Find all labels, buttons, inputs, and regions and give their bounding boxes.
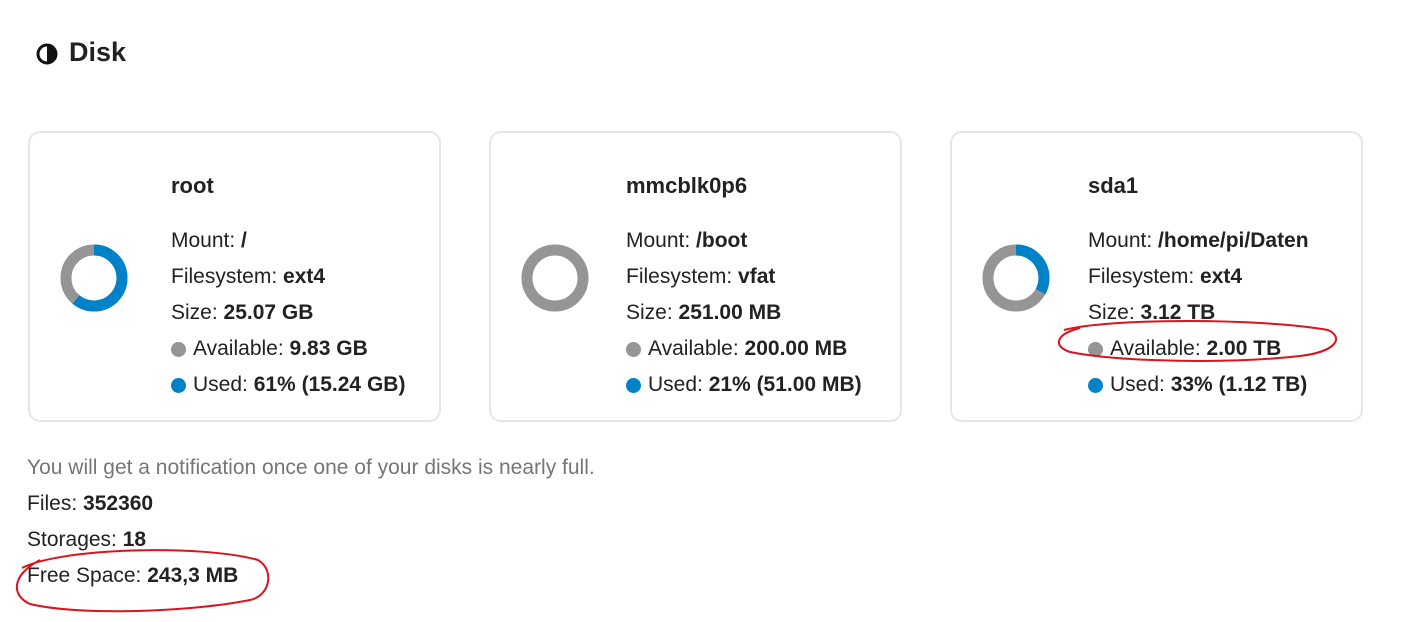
disk-card-mmcblk0p6: mmcblk0p6 Mount: /boot Filesystem: vfat … — [489, 131, 902, 422]
filesystem-label: Filesystem: — [1088, 265, 1195, 288]
free-space: Free Space: 243,3 MB — [27, 558, 595, 594]
filesystem-value: ext4 — [1200, 265, 1243, 288]
used-value: 21% (51.00 MB) — [708, 373, 862, 396]
disk-usage-donut — [982, 244, 1050, 312]
used-label: Used: — [193, 373, 248, 396]
mount-label: Mount: — [171, 229, 236, 252]
disk-name: sda1 — [1088, 173, 1139, 198]
used-legend-dot — [1088, 377, 1103, 393]
filesystem-label: Filesystem: — [171, 265, 278, 288]
disk-card-sda1: sda1 Mount: /home/pi/Daten Filesystem: e… — [950, 131, 1363, 422]
size-value: 251.00 MB — [678, 301, 782, 324]
available-label: Available: — [1110, 337, 1201, 360]
used-label: Used: — [648, 373, 703, 396]
size-label: Size: — [1088, 301, 1135, 324]
mount-label: Mount: — [1088, 229, 1153, 252]
size-label: Size: — [626, 301, 673, 324]
available-legend-dot — [626, 341, 641, 357]
disk-summary: You will get a notification once one of … — [27, 450, 595, 594]
mount-value: / — [241, 229, 247, 252]
free-space-label: Free Space: — [27, 564, 142, 587]
filesystem-value: ext4 — [283, 265, 326, 288]
used-value: 61% (15.24 GB) — [253, 373, 406, 396]
size-value: 25.07 GB — [223, 301, 314, 324]
mount-value: /boot — [696, 229, 748, 252]
section-title-text: Disk — [69, 36, 127, 67]
used-value: 33% (1.12 TB) — [1170, 373, 1308, 396]
disk-details: Mount: /boot Filesystem: vfat Size: 251.… — [626, 223, 862, 403]
free-space-value: 243,3 MB — [147, 564, 239, 587]
size-value: 3.12 TB — [1140, 301, 1216, 324]
disk-usage-donut — [521, 244, 589, 312]
disk-card-root: root Mount: / Filesystem: ext4 Size: 25.… — [28, 131, 441, 422]
disk-usage-donut — [60, 244, 128, 312]
used-legend-dot — [626, 377, 641, 393]
size-label: Size: — [171, 301, 218, 324]
notification-hint: You will get a notification once one of … — [27, 456, 595, 479]
used-legend-dot — [171, 377, 186, 393]
disk-details: Mount: /home/pi/Daten Filesystem: ext4 S… — [1088, 223, 1309, 403]
available-legend-dot — [1088, 341, 1103, 357]
available-label: Available: — [648, 337, 739, 360]
disk-name: root — [171, 173, 214, 198]
files-count: Files: 352360 — [27, 486, 595, 522]
storages-count: Storages: 18 — [27, 522, 595, 558]
disk-details: Mount: / Filesystem: ext4 Size: 25.07 GB… — [171, 223, 405, 403]
available-value: 2.00 TB — [1206, 337, 1282, 360]
mount-label: Mount: — [626, 229, 691, 252]
files-label: Files: — [27, 492, 78, 515]
available-value: 200.00 MB — [744, 337, 848, 360]
filesystem-label: Filesystem: — [626, 265, 733, 288]
available-value: 9.83 GB — [289, 337, 368, 360]
storages-value: 18 — [122, 528, 147, 551]
available-legend-dot — [171, 341, 186, 357]
used-label: Used: — [1110, 373, 1165, 396]
available-label: Available: — [193, 337, 284, 360]
disk-section-title: Disk — [36, 34, 126, 70]
donut-available-segment — [521, 244, 589, 312]
half-circle-icon — [36, 41, 58, 65]
disk-name: mmcblk0p6 — [626, 173, 748, 198]
filesystem-value: vfat — [738, 265, 776, 288]
files-value: 352360 — [83, 492, 154, 515]
mount-value: /home/pi/Daten — [1158, 229, 1309, 252]
storages-label: Storages: — [27, 528, 117, 551]
